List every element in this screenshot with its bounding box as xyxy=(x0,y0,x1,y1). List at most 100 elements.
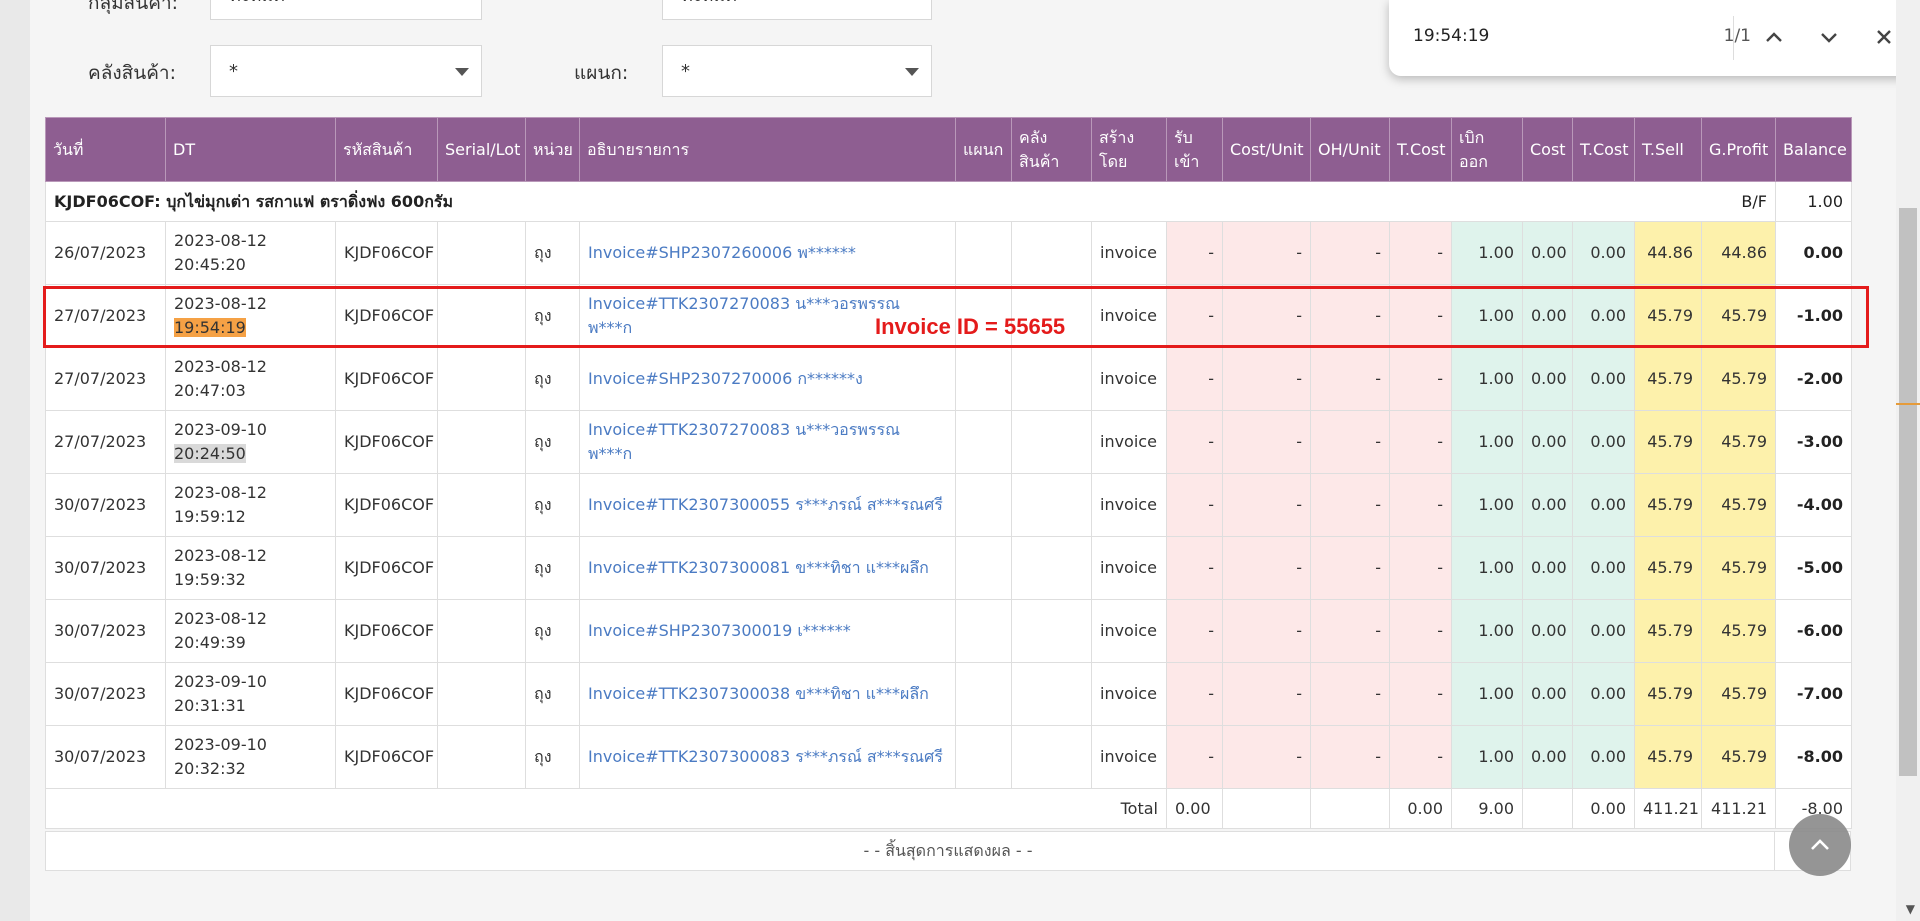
chevron-up-icon xyxy=(1766,32,1782,42)
total-tcost-in: 0.00 xyxy=(1389,788,1452,829)
tcost-cell: 0.00 xyxy=(1572,347,1635,411)
department-select[interactable]: * xyxy=(662,45,932,97)
oh-cell: - xyxy=(1310,284,1390,348)
close-icon xyxy=(1877,30,1891,44)
vertical-scrollbar[interactable]: ▼ xyxy=(1896,0,1920,921)
column-header[interactable]: OH/Unit xyxy=(1310,117,1390,182)
out-cell: 1.00 xyxy=(1451,347,1523,411)
oh-cell: - xyxy=(1310,473,1390,537)
invoice-link[interactable]: Invoice#TTK2307300083 ร***ภรณ์ ส***รณศรี xyxy=(579,725,956,789)
column-header[interactable]: เบิก ออก xyxy=(1451,117,1523,182)
column-header[interactable]: Balance xyxy=(1775,117,1852,182)
column-header[interactable]: T.Sell xyxy=(1634,117,1702,182)
find-previous-button[interactable] xyxy=(1759,22,1789,52)
bal-cell: 0.00 xyxy=(1775,221,1852,285)
invoice-link[interactable]: Invoice#TTK2307300038 ข***ทิชา แ***ผลึก xyxy=(579,662,956,726)
warehouse-label: คลังสินค้า: xyxy=(88,62,176,84)
bal-cell: -3.00 xyxy=(1775,410,1852,474)
product-group-select[interactable]: ทั้งหมด xyxy=(210,0,482,20)
column-header[interactable]: สร้าง โดย xyxy=(1091,117,1167,182)
column-header[interactable]: คลัง สินค้า xyxy=(1011,117,1092,182)
cost-cell: 0.00 xyxy=(1522,221,1573,285)
table-row: 27/07/2023 2023-08-12 20:47:03 KJDF06COF ถุง… xyxy=(45,347,1852,411)
datetime-cell: 2023-08-12 20:45:20 xyxy=(165,221,336,285)
column-header[interactable]: G.Profit xyxy=(1701,117,1776,182)
unit-cell: ถุง xyxy=(525,473,580,537)
gp-cell: 45.79 xyxy=(1701,536,1776,600)
cost-cell: 0.00 xyxy=(1522,536,1573,600)
unit-cell: ถุง xyxy=(525,284,580,348)
gp-cell: 45.79 xyxy=(1701,599,1776,663)
bal-cell: -2.00 xyxy=(1775,347,1852,411)
column-header[interactable]: รหัสสินค้า xyxy=(335,117,438,182)
column-header[interactable]: Cost/Unit xyxy=(1222,117,1311,182)
datetime-cell: 2023-08-12 19:59:12 xyxy=(165,473,336,537)
gp-cell: 44.86 xyxy=(1701,221,1776,285)
dept-cell xyxy=(955,536,1012,600)
column-header[interactable]: T.Cost xyxy=(1572,117,1635,182)
code-cell: KJDF06COF xyxy=(335,662,438,726)
tcost-cell: 0.00 xyxy=(1572,410,1635,474)
product-group-value: ทั้งหมด xyxy=(229,0,285,9)
invoice-link[interactable]: Invoice#TTK2307300055 ร***ภรณ์ ส***รณศรี xyxy=(579,473,956,537)
out-cell: 1.00 xyxy=(1451,536,1523,600)
table-row: 30/07/2023 2023-08-12 19:59:12 KJDF06COF ถุง… xyxy=(45,473,1852,537)
invoice-link[interactable]: Invoice#SHP2307270006 ก******ง xyxy=(579,347,956,411)
tcost-cell: 0.00 xyxy=(1572,599,1635,663)
cost-cell: 0.00 xyxy=(1522,410,1573,474)
column-header[interactable]: วันที่ xyxy=(45,117,166,182)
tsell-cell: 45.79 xyxy=(1634,662,1702,726)
serial-cell xyxy=(437,347,526,411)
total-tsell: 411.21 xyxy=(1634,788,1702,829)
bf-value: 1.00 xyxy=(1775,181,1852,222)
invoice-link[interactable]: Invoice#SHP2307300019 เ****** xyxy=(579,599,956,663)
scrollbar-thumb[interactable] xyxy=(1899,208,1917,776)
scroll-down-icon[interactable]: ▼ xyxy=(1906,902,1915,916)
find-match-marker xyxy=(1896,403,1920,405)
invoice-link[interactable]: Invoice#SHP2307260006 พ****** xyxy=(579,221,956,285)
out-cell: 1.00 xyxy=(1451,599,1523,663)
invoice-link[interactable]: Invoice#TTK2307270083 น***วอรพรรณ พ***ก xyxy=(579,410,956,474)
date-cell: 30/07/2023 xyxy=(45,662,166,726)
out-cell: 1.00 xyxy=(1451,221,1523,285)
back-to-top-button[interactable] xyxy=(1789,814,1851,876)
in-cell: - xyxy=(1166,410,1223,474)
column-header[interactable]: อธิบายรายการ xyxy=(579,117,956,182)
dt-date: 2023-08-12 xyxy=(174,483,267,502)
in-cell: - xyxy=(1166,221,1223,285)
dt-time: 20:49:39 xyxy=(174,633,246,652)
oh-cell: - xyxy=(1310,725,1390,789)
column-header[interactable]: Serial/Lot xyxy=(437,117,526,182)
find-query-input[interactable]: 19:54:19 xyxy=(1413,26,1489,46)
invoice-link[interactable]: Invoice#TTK2307300081 ข***ทิชา แ***ผลึก xyxy=(579,536,956,600)
tcost-cell: 0.00 xyxy=(1572,536,1635,600)
serial-cell xyxy=(437,725,526,789)
warehouse-select[interactable]: * xyxy=(210,45,482,97)
column-header[interactable]: หน่วย xyxy=(525,117,580,182)
datetime-cell: 2023-08-12 20:49:39 xyxy=(165,599,336,663)
column-header[interactable]: Cost xyxy=(1522,117,1573,182)
in-cell: - xyxy=(1166,347,1223,411)
serial-cell xyxy=(437,662,526,726)
date-cell: 27/07/2023 xyxy=(45,284,166,348)
tc-cell: - xyxy=(1389,284,1452,348)
gp-cell: 45.79 xyxy=(1701,410,1776,474)
bal-cell: -5.00 xyxy=(1775,536,1852,600)
tsell-cell: 44.86 xyxy=(1634,221,1702,285)
wh-cell xyxy=(1011,536,1092,600)
find-next-button[interactable] xyxy=(1814,22,1844,52)
column-header[interactable]: แผนก xyxy=(955,117,1012,182)
date-cell: 30/07/2023 xyxy=(45,725,166,789)
column-header[interactable]: รับ เข้า xyxy=(1166,117,1223,182)
column-header[interactable]: DT xyxy=(165,117,336,182)
top-right-select[interactable]: ทั้งหมด xyxy=(662,0,932,20)
dept-cell xyxy=(955,347,1012,411)
datetime-cell: 2023-08-12 19:54:19 xyxy=(165,284,336,348)
wh-cell xyxy=(1011,473,1092,537)
oh-cell: - xyxy=(1310,662,1390,726)
table-row: 30/07/2023 2023-08-12 19:59:32 KJDF06COF ถุง… xyxy=(45,536,1852,600)
tcost-cell: 0.00 xyxy=(1572,221,1635,285)
column-header[interactable]: T.Cost xyxy=(1389,117,1452,182)
dt-time: 19:59:32 xyxy=(174,570,246,589)
find-close-button[interactable] xyxy=(1869,22,1899,52)
